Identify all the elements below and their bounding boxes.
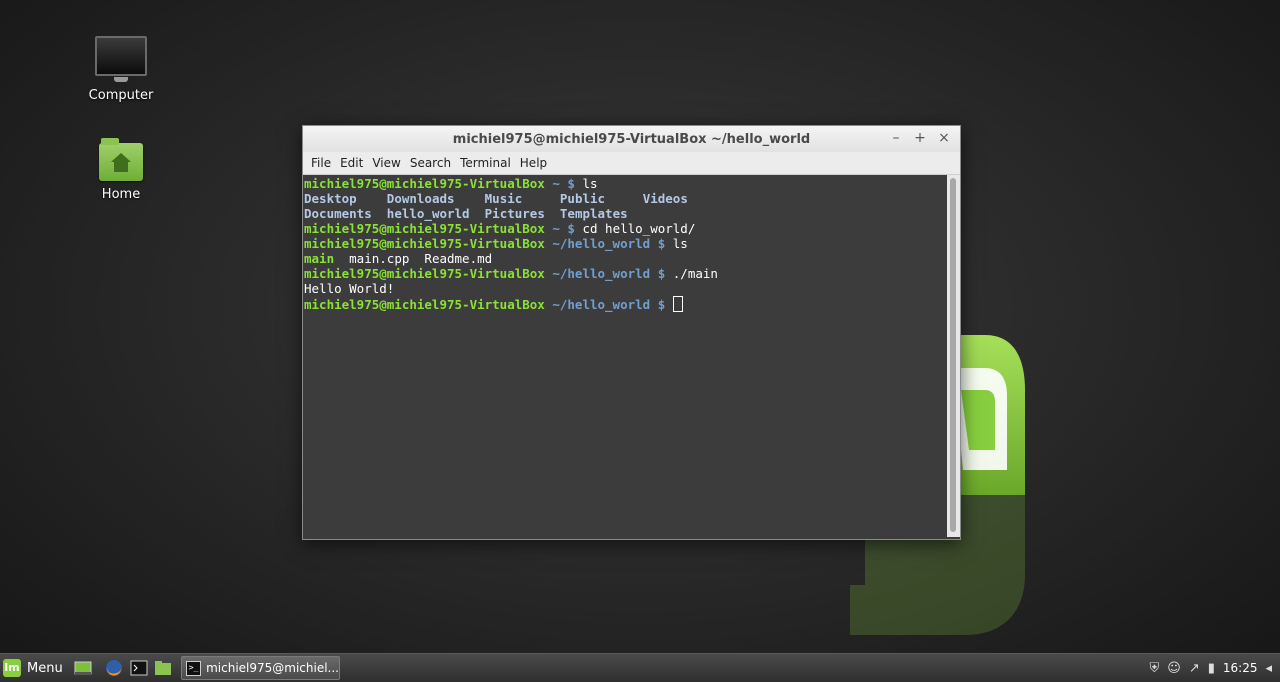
dir-entry: Music [484,191,560,206]
menu-file[interactable]: File [307,152,336,174]
desktop-icon-label: Home [101,187,141,202]
show-desktop-icon[interactable] [74,659,92,677]
command-text: ls [672,236,688,251]
terminal-line: michiel975@michiel975-VirtualBox ~ $ ls [304,176,946,191]
terminal-window[interactable]: michiel975@michiel975-VirtualBox ~/hello… [302,125,961,540]
terminal-output[interactable]: michiel975@michiel975-VirtualBox ~ $ ls D… [303,175,946,537]
terminal-line: Hello World! [304,281,946,296]
menu-help[interactable]: Help [516,152,552,174]
terminal-line: michiel975@michiel975-VirtualBox ~/hello… [304,266,946,281]
dir-entry: Pictures [484,206,560,221]
executable-entry: main [304,251,335,266]
prompt-user: michiel975@michiel975-VirtualBox [304,297,545,312]
prompt-path: ~/hello_world $ [544,236,673,251]
text-cursor [672,296,683,312]
maximize-button[interactable]: + [912,130,928,146]
dir-entry: Documents [304,206,387,221]
desktop-icon-label: Computer [88,88,154,103]
home-folder-icon [99,138,143,181]
terminal-line: main main.cpp Readme.md [304,251,946,266]
menubar: File Edit View Search Terminal Help [303,152,960,175]
prompt-user: michiel975@michiel975-VirtualBox [304,176,545,191]
terminal-line: Desktop Downloads Music Public Videos [304,191,946,206]
computer-icon [95,36,147,82]
shield-icon[interactable]: ⛨ [1149,661,1159,676]
window-title: michiel975@michiel975-VirtualBox ~/hello… [452,132,811,147]
terminal-line: michiel975@michiel975-VirtualBox ~/hello… [304,236,946,251]
terminal-line: michiel975@michiel975-VirtualBox ~/hello… [304,296,946,312]
network-icon[interactable]: ↗ [1189,661,1200,676]
scrollbar[interactable] [947,175,960,537]
command-text: ./main [672,266,718,281]
mint-menu-icon: lm [3,659,21,677]
dir-entry: Videos [642,191,688,206]
desktop-icon-computer[interactable]: Computer [76,36,166,103]
files-icon[interactable] [154,659,172,677]
task-label: michiel975@michiel... [206,661,339,675]
menu-view[interactable]: View [368,152,405,174]
prompt-path: ~/hello_world $ [544,266,673,281]
scrollbar-thumb[interactable] [950,178,956,532]
battery-icon[interactable]: ▮ [1208,661,1215,676]
menu-button[interactable]: lm Menu [3,658,63,678]
menu-terminal[interactable]: Terminal [456,152,516,174]
terminal-line: michiel975@michiel975-VirtualBox ~ $ cd … [304,221,946,236]
terminal-line: Documents hello_world Pictures Templates [304,206,946,221]
clock[interactable]: 16:25 [1223,661,1258,675]
menu-label: Menu [27,660,63,676]
system-tray: ⛨ ☺ ↗ ▮ 16:25 ◂ [1149,654,1280,682]
taskbar-window-button[interactable]: >_ michiel975@michiel... [181,656,340,680]
volume-icon[interactable]: ◂ [1265,661,1272,676]
user-icon[interactable]: ☺ [1167,661,1181,676]
menu-search[interactable]: Search [406,152,456,174]
dir-entry: hello_world [386,206,485,221]
menu-edit[interactable]: Edit [336,152,368,174]
close-button[interactable]: × [936,130,952,146]
window-titlebar[interactable]: michiel975@michiel975-VirtualBox ~/hello… [303,126,960,152]
command-text: cd hello_world/ [582,221,696,236]
dir-entry: Downloads [386,191,485,206]
terminal-task-icon: >_ [186,660,202,676]
prompt-path: ~/hello_world $ [544,297,673,312]
taskbar-panel: lm Menu >_ michiel975@michiel... ⛨ ☺ ↗ ▮… [0,653,1280,682]
prompt-user: michiel975@michiel975-VirtualBox [304,221,545,236]
program-output: Hello World! [304,281,395,296]
file-entries: main.cpp Readme.md [334,251,493,266]
minimize-button[interactable]: – [888,130,904,146]
prompt-user: michiel975@michiel975-VirtualBox [304,266,545,281]
dir-entry: Desktop [304,191,387,206]
dir-entry: Templates [559,206,628,221]
terminal-icon[interactable] [130,659,148,677]
command-text: ls [582,176,598,191]
desktop-icon-home[interactable]: Home [76,138,166,202]
firefox-icon[interactable] [105,659,123,677]
prompt-user: michiel975@michiel975-VirtualBox [304,236,545,251]
dir-entry: Public [559,191,643,206]
prompt-path: ~ $ [544,176,583,191]
prompt-path: ~ $ [544,221,583,236]
